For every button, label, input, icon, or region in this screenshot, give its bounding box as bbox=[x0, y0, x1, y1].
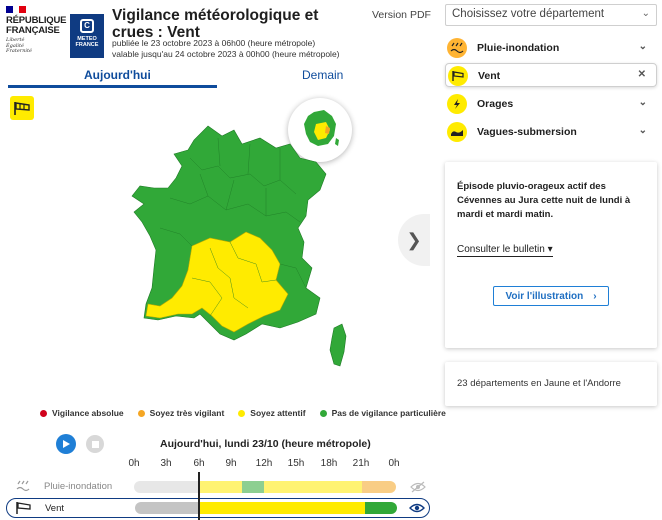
stop-icon bbox=[91, 440, 99, 448]
publication-info: publiée le 23 octobre 2023 à 06h00 (heur… bbox=[112, 38, 340, 60]
legend-green-dot bbox=[319, 409, 327, 417]
consult-bulletin-link[interactable]: Consulter le bulletin ▾ bbox=[457, 244, 553, 257]
summary-card: 23 départements en Jaune et l'Andorre bbox=[445, 362, 657, 406]
caret-down-icon: ▾ bbox=[547, 244, 553, 255]
chevron-down-icon: ⌄ bbox=[638, 97, 647, 108]
info-card: Épisode pluvio-orageux actif des Cévenne… bbox=[445, 162, 657, 348]
published-date: publiée le 23 octobre 2023 à 06h00 (heur… bbox=[112, 38, 316, 48]
hour-label: 0h bbox=[128, 458, 140, 469]
legend-yellow-dot bbox=[238, 409, 246, 417]
waves-icon bbox=[447, 122, 467, 142]
valid-until-date: valable jusqu'au 24 octobre 2023 à 00h00… bbox=[112, 49, 340, 59]
stop-button[interactable] bbox=[86, 435, 104, 453]
hour-label: 0h bbox=[388, 458, 400, 469]
chevron-down-icon: ⌄ bbox=[638, 125, 647, 136]
pdf-version-link[interactable]: Version PDF bbox=[372, 9, 431, 21]
motto: Liberté Égalité Fraternité bbox=[6, 37, 32, 54]
timeline-row-label: Pluie-inondation bbox=[44, 481, 113, 492]
chevron-down-icon: ⌄ bbox=[638, 41, 647, 52]
legend-item: Vigilance absolue bbox=[40, 408, 124, 418]
play-icon bbox=[63, 440, 70, 448]
phenomenon-vent[interactable]: Vent ✕ bbox=[445, 63, 657, 87]
french-flag-icon bbox=[6, 6, 27, 13]
meteo-france-logo[interactable]: C METEO FRANCE bbox=[70, 14, 104, 58]
windsock-icon bbox=[10, 96, 34, 120]
legend: Vigilance absolue Soyez très vigilant So… bbox=[40, 408, 446, 418]
windsock-icon bbox=[16, 502, 31, 514]
phenomenon-pluie-inondation[interactable]: Pluie-inondation ⌄ bbox=[445, 36, 657, 60]
hour-label: 3h bbox=[160, 458, 172, 469]
timeline-hours: 0h 3h 6h 9h 12h 15h 18h 21h 0h bbox=[128, 458, 400, 472]
phenomenon-orages[interactable]: Orages ⌄ bbox=[445, 92, 657, 116]
hour-label: 21h bbox=[352, 458, 370, 469]
hour-label: 6h bbox=[193, 458, 205, 469]
chevron-down-icon: ⌄ bbox=[641, 8, 650, 19]
tab-today[interactable]: Aujourd'hui bbox=[84, 68, 151, 82]
hour-label: 9h bbox=[225, 458, 237, 469]
eye-hidden-icon[interactable] bbox=[410, 481, 426, 493]
next-map-button[interactable]: ❯ bbox=[398, 214, 430, 266]
chevron-right-icon: ❯ bbox=[406, 229, 422, 250]
republique-francaise-logo: RÉPUBLIQUE FRANÇAISE Liberté Égalité Fra… bbox=[6, 6, 67, 62]
hour-label: 18h bbox=[320, 458, 338, 469]
timeline-date: Aujourd'hui, lundi 23/10 (heure métropol… bbox=[160, 438, 371, 450]
legend-item: Soyez attentif bbox=[238, 408, 306, 418]
france-vigilance-map[interactable] bbox=[130, 118, 370, 378]
chevron-right-icon: › bbox=[593, 290, 597, 302]
meteo-france-glyph-icon: C bbox=[80, 19, 94, 33]
timeline-row-label: Vent bbox=[45, 503, 65, 514]
windsock-icon bbox=[448, 66, 468, 86]
map-corsica[interactable] bbox=[329, 323, 347, 367]
eye-icon[interactable] bbox=[409, 502, 425, 514]
legend-item: Pas de vigilance particulière bbox=[319, 408, 446, 418]
hour-label: 12h bbox=[255, 458, 273, 469]
rain-flood-icon bbox=[16, 480, 30, 492]
department-select[interactable]: Choisissez votre département ⌄ bbox=[445, 4, 657, 26]
republique-francaise-text: RÉPUBLIQUE FRANÇAISE bbox=[6, 15, 67, 36]
legend-red-dot bbox=[40, 409, 47, 417]
legend-orange-dot bbox=[137, 409, 145, 417]
play-button[interactable] bbox=[56, 434, 76, 454]
pluie-timebar bbox=[134, 481, 396, 493]
page-title: Vigilance météorologique et crues : Vent bbox=[112, 7, 319, 41]
current-time-cursor[interactable] bbox=[198, 472, 200, 520]
episode-description: Épisode pluvio-orageux actif des Cévenne… bbox=[457, 181, 631, 220]
timeline-row-pluie[interactable]: Pluie-inondation bbox=[10, 479, 430, 495]
rain-flood-icon bbox=[447, 38, 467, 58]
timeline-row-vent[interactable]: Vent bbox=[6, 498, 430, 518]
phenomenon-vagues-submersion[interactable]: Vagues-submersion ⌄ bbox=[445, 120, 657, 144]
departments-summary: 23 départements en Jaune et l'Andorre bbox=[457, 378, 621, 389]
active-tab-indicator bbox=[8, 85, 217, 88]
legend-item: Soyez très vigilant bbox=[137, 408, 224, 418]
day-tabs: Aujourd'hui Demain bbox=[8, 66, 428, 88]
close-icon[interactable]: ✕ bbox=[638, 69, 646, 80]
tab-tomorrow[interactable]: Demain bbox=[302, 68, 343, 82]
lightning-icon bbox=[447, 94, 467, 114]
hour-label: 15h bbox=[287, 458, 305, 469]
view-illustration-button[interactable]: Voir l'illustration › bbox=[493, 286, 609, 306]
vent-timebar bbox=[135, 502, 397, 514]
